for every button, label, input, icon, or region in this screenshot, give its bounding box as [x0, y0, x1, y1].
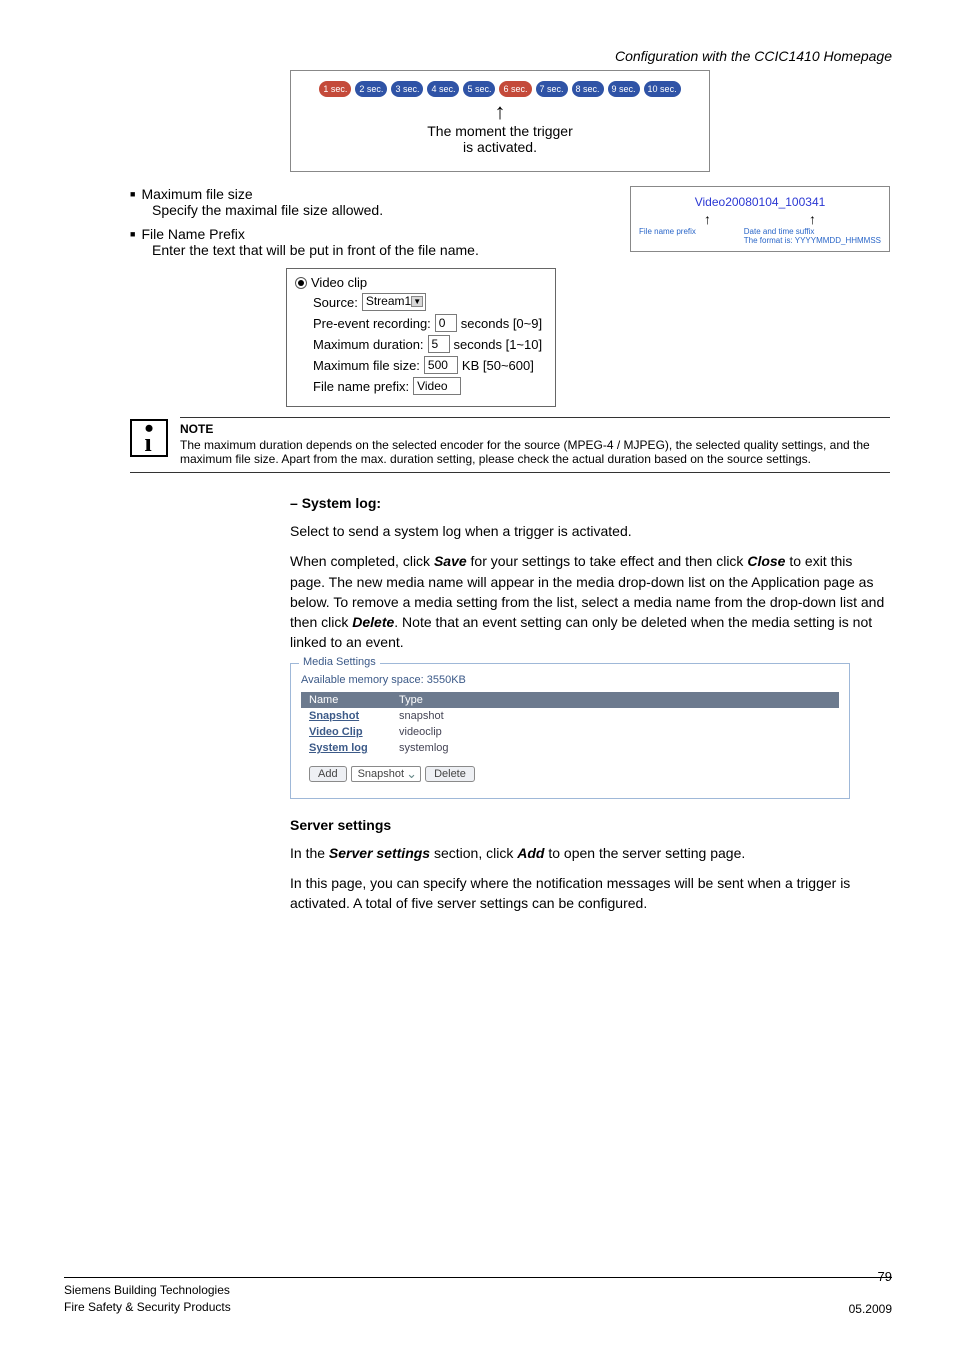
trigger-timeline-diagram: 1 sec.2 sec.3 sec.4 sec.5 sec.6 sec. 7 se…	[290, 70, 710, 172]
sec-pill: 1 sec.	[319, 81, 351, 97]
media-row-type: systemlog	[391, 742, 839, 754]
note-body: The maximum duration depends on the sele…	[180, 438, 890, 466]
server-settings-term: Server settings	[329, 845, 430, 861]
sec-pill: 2 sec.	[355, 81, 387, 97]
media-delete-button[interactable]: Delete	[425, 766, 475, 782]
info-icon: •ı	[130, 419, 168, 457]
media-row: Snapshotsnapshot	[301, 708, 839, 724]
available-memory-label: Available memory space: 3550KB	[301, 674, 839, 686]
bullet-max-file-size-desc: Specify the maximal file size allowed.	[152, 202, 620, 218]
videoclip-title: Video clip	[311, 275, 367, 290]
sec-pill: 8 sec.	[572, 81, 604, 97]
moment-caption-2: is activated.	[463, 139, 537, 155]
filename-prefix-label: File name prefix	[639, 227, 696, 245]
filename-datetime-part: 20080104_100341	[725, 195, 825, 209]
max-filesize-suffix: KB [50~600]	[462, 358, 534, 373]
add-term: Add	[517, 845, 544, 861]
media-row-type: videoclip	[391, 726, 839, 738]
filename-suffix-label-1: Date and time suffix	[744, 227, 815, 236]
server-settings-p2: In this page, you can specify where the …	[290, 873, 890, 914]
media-row: System logsystemlog	[301, 740, 839, 756]
media-settings-legend: Media Settings	[299, 656, 380, 668]
pre-event-label: Pre-event recording:	[313, 316, 431, 331]
file-name-prefix-input[interactable]: Video	[413, 377, 461, 395]
media-row: Video Clipvideoclip	[301, 724, 839, 740]
sec-pill: 4 sec.	[427, 81, 459, 97]
sec-pill: 9 sec.	[608, 81, 640, 97]
sec-pill: 3 sec.	[391, 81, 423, 97]
sec-pill: 6 sec.	[499, 81, 531, 97]
footer-date: 05.2009	[849, 1302, 892, 1316]
sec-pill: 10 sec.	[644, 81, 681, 97]
max-filesize-input[interactable]: 500	[424, 356, 458, 374]
moment-caption-1: The moment the trigger	[427, 123, 573, 139]
footer-line2: Fire Safety & Security Products	[64, 1299, 231, 1316]
bullet-file-name-prefix: File Name Prefix	[130, 226, 620, 242]
media-col-type: Type	[391, 692, 839, 708]
arrow-up-icon: ↑	[704, 211, 711, 227]
server-settings-p1: In the Server settings section, click Ad…	[290, 843, 890, 863]
media-row-type: snapshot	[391, 710, 839, 722]
max-filesize-label: Maximum file size:	[313, 358, 420, 373]
bullet-max-file-size: Maximum file size	[130, 186, 620, 202]
page-header: Configuration with the CCIC1410 Homepage	[615, 48, 892, 64]
footer-line1: Siemens Building Technologies	[64, 1282, 231, 1299]
bullet-file-name-prefix-desc: Enter the text that will be put in front…	[152, 242, 620, 258]
filename-format-diagram: Video20080104_100341 ↑ ↑ File name prefi…	[630, 186, 890, 252]
delete-term: Delete	[352, 614, 394, 630]
sec-pill: 7 sec.	[536, 81, 568, 97]
pre-event-suffix: seconds [0~9]	[461, 316, 542, 331]
filename-suffix-label-2: The format is: YYYYMMDD_HHMMSS	[744, 236, 881, 245]
videoclip-radio[interactable]	[295, 277, 307, 289]
filename-video-part: Video	[695, 195, 725, 209]
pre-event-input[interactable]: 0	[435, 314, 457, 332]
source-select[interactable]: Stream1	[362, 293, 426, 311]
system-log-heading: System log:	[290, 495, 890, 511]
note-title: NOTE	[180, 422, 890, 436]
sec-pill: 5 sec.	[463, 81, 495, 97]
media-row-name[interactable]: System log	[301, 742, 391, 754]
arrow-up-icon: ↑	[809, 211, 816, 227]
media-row-name[interactable]: Video Clip	[301, 726, 391, 738]
max-duration-suffix: seconds [1~10]	[454, 337, 543, 352]
max-duration-input[interactable]: 5	[428, 335, 450, 353]
media-select[interactable]: Snapshot	[351, 766, 421, 782]
close-term: Close	[747, 553, 785, 569]
server-settings-heading: Server settings	[290, 817, 890, 833]
system-log-p2: When completed, click Save for your sett…	[290, 551, 890, 652]
arrow-up-icon: ↑	[303, 103, 697, 121]
media-col-name: Name	[301, 692, 391, 708]
video-clip-settings-box: Video clip Source: Stream1 Pre-event rec…	[286, 268, 556, 407]
media-add-button[interactable]: Add	[309, 766, 347, 782]
file-name-prefix-label: File name prefix:	[313, 379, 409, 394]
media-settings-panel: Media Settings Available memory space: 3…	[290, 663, 850, 799]
system-log-p1: Select to send a system log when a trigg…	[290, 521, 890, 541]
max-duration-label: Maximum duration:	[313, 337, 424, 352]
media-row-name[interactable]: Snapshot	[301, 710, 391, 722]
source-label: Source:	[313, 295, 358, 310]
save-term: Save	[434, 553, 467, 569]
